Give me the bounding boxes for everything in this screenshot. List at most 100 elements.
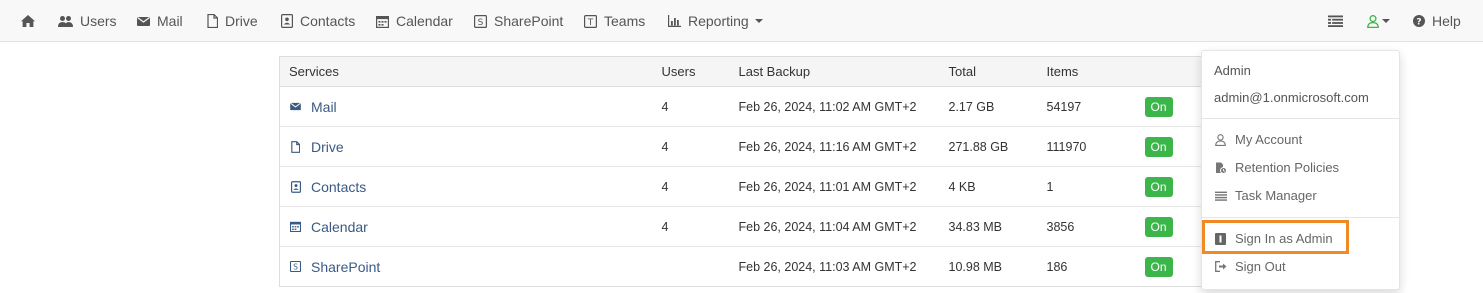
svg-text:?: ? [1416, 18, 1421, 28]
highlight-annotation-box [1202, 220, 1349, 254]
calendar-icon [289, 221, 302, 232]
contact-card-icon [289, 180, 302, 193]
question-circle-icon: ? [1413, 15, 1425, 27]
service-link-contacts[interactable]: Contacts [311, 179, 366, 195]
column-header-total: Total [939, 56, 1038, 87]
service-link-sharepoint[interactable]: SharePoint [311, 259, 380, 275]
menu-item-task-manager[interactable]: Task Manager [1214, 188, 1317, 203]
menu-item-label: My Account [1235, 132, 1303, 147]
nav-reporting-label: Reporting [688, 13, 749, 29]
column-header-last-backup: Last Backup [729, 56, 940, 87]
sign-out-icon [1214, 261, 1227, 272]
nav-help-label: Help [1432, 13, 1461, 29]
menu-item-label: Retention Policies [1235, 160, 1340, 175]
nav-teams[interactable]: T Teams [584, 0, 645, 42]
total-size: 271.88 GB [939, 126, 1038, 167]
service-link-drive[interactable]: Drive [311, 139, 344, 155]
column-header-users: Users [652, 56, 730, 87]
top-navbar: Users Mail Drive Contacts Calendar S Sha… [0, 0, 1483, 42]
table-row: Calendar 4 Feb 26, 2024, 11:04 AM GMT+2 … [279, 206, 1202, 247]
total-size: 10.98 MB [939, 246, 1038, 287]
nav-mail[interactable]: Mail [137, 0, 183, 42]
nav-sharepoint[interactable]: S SharePoint [474, 0, 563, 42]
nav-drive-label: Drive [225, 13, 258, 29]
users-count [652, 246, 730, 287]
column-header-status [1135, 56, 1202, 87]
menu-item-label: Sign Out [1235, 259, 1286, 274]
status-toggle[interactable]: On [1144, 136, 1173, 157]
items-count: 3856 [1037, 206, 1136, 247]
column-header-items: Items [1037, 56, 1136, 87]
table-header-row: Services Users Last Backup Total Items [279, 56, 1202, 87]
user-icon [1367, 14, 1379, 28]
total-size: 2.17 GB [939, 86, 1038, 127]
user-account-menu-toggle[interactable] [1367, 0, 1390, 42]
users-count: 4 [652, 166, 730, 207]
items-count: 1 [1037, 166, 1136, 207]
status-toggle[interactable]: On [1144, 216, 1173, 237]
task-list-icon [1214, 191, 1227, 201]
total-size: 34.83 MB [939, 206, 1038, 247]
nav-users[interactable]: Users [58, 0, 117, 42]
envelope-icon [289, 102, 302, 111]
chevron-down-icon [754, 19, 763, 23]
last-backup: Feb 26, 2024, 11:03 AM GMT+2 [729, 246, 940, 287]
items-count: 54197 [1037, 86, 1136, 127]
status-toggle[interactable]: On [1144, 176, 1173, 197]
account-email: admin@1.onmicrosoft.com [1214, 90, 1369, 105]
nav-help[interactable]: ? Help [1413, 0, 1461, 42]
nav-reporting[interactable]: Reporting [668, 0, 763, 42]
retention-policy-icon [1214, 162, 1227, 174]
account-dropdown-menu: Admin admin@1.onmicrosoft.com My Account… [1201, 50, 1400, 290]
nav-drive[interactable]: Drive [207, 0, 258, 42]
file-icon [289, 140, 302, 153]
items-count: 186 [1037, 246, 1136, 287]
nav-mail-label: Mail [157, 13, 183, 29]
users-icon [58, 15, 73, 28]
items-count: 111970 [1037, 126, 1136, 167]
users-count: 4 [652, 206, 730, 247]
last-backup: Feb 26, 2024, 11:02 AM GMT+2 [729, 86, 940, 127]
menu-divider [1202, 118, 1399, 119]
sharepoint-icon: S [474, 14, 487, 28]
home-icon [20, 14, 36, 28]
status-toggle[interactable]: On [1144, 96, 1173, 117]
table-row: Drive 4 Feb 26, 2024, 11:16 AM GMT+2 271… [279, 126, 1202, 167]
services-table: Services Users Last Backup Total Items M… [279, 56, 1202, 287]
nav-sharepoint-label: SharePoint [494, 13, 564, 29]
envelope-icon [137, 16, 150, 27]
table-row: Contacts 4 Feb 26, 2024, 11:01 AM GMT+2 … [279, 166, 1202, 207]
account-name: Admin [1214, 63, 1251, 78]
menu-item-retention-policies[interactable]: Retention Policies [1214, 160, 1339, 175]
service-link-calendar[interactable]: Calendar [311, 219, 368, 235]
bar-chart-icon [668, 15, 681, 27]
teams-icon: T [584, 14, 597, 28]
menu-item-label: Task Manager [1235, 188, 1317, 203]
table-row: S SharePoint Feb 26, 2024, 11:03 AM GMT+… [279, 246, 1202, 287]
svg-text:S: S [293, 262, 298, 271]
nav-teams-label: Teams [604, 13, 646, 29]
users-count: 4 [652, 86, 730, 127]
user-icon [1214, 133, 1227, 146]
nav-contacts[interactable]: Contacts [281, 0, 355, 42]
task-list-icon [1328, 15, 1343, 27]
nav-users-label: Users [80, 13, 117, 29]
nav-calendar[interactable]: Calendar [376, 0, 453, 42]
file-icon [207, 14, 218, 28]
task-list-button[interactable] [1328, 0, 1350, 42]
last-backup: Feb 26, 2024, 11:16 AM GMT+2 [729, 126, 940, 167]
service-link-mail[interactable]: Mail [311, 99, 337, 115]
status-toggle[interactable]: On [1144, 256, 1173, 277]
svg-text:T: T [587, 18, 594, 28]
total-size: 4 KB [939, 166, 1038, 207]
users-count: 4 [652, 126, 730, 167]
table-row: Mail 4 Feb 26, 2024, 11:02 AM GMT+2 2.17… [279, 86, 1202, 127]
contact-card-icon [281, 14, 293, 28]
menu-item-sign-out[interactable]: Sign Out [1214, 259, 1286, 274]
sharepoint-icon: S [289, 261, 302, 272]
menu-item-my-account[interactable]: My Account [1214, 132, 1302, 147]
nav-calendar-label: Calendar [396, 13, 453, 29]
nav-home[interactable] [20, 0, 43, 42]
chevron-down-icon [1382, 19, 1390, 23]
menu-divider [1202, 217, 1399, 218]
